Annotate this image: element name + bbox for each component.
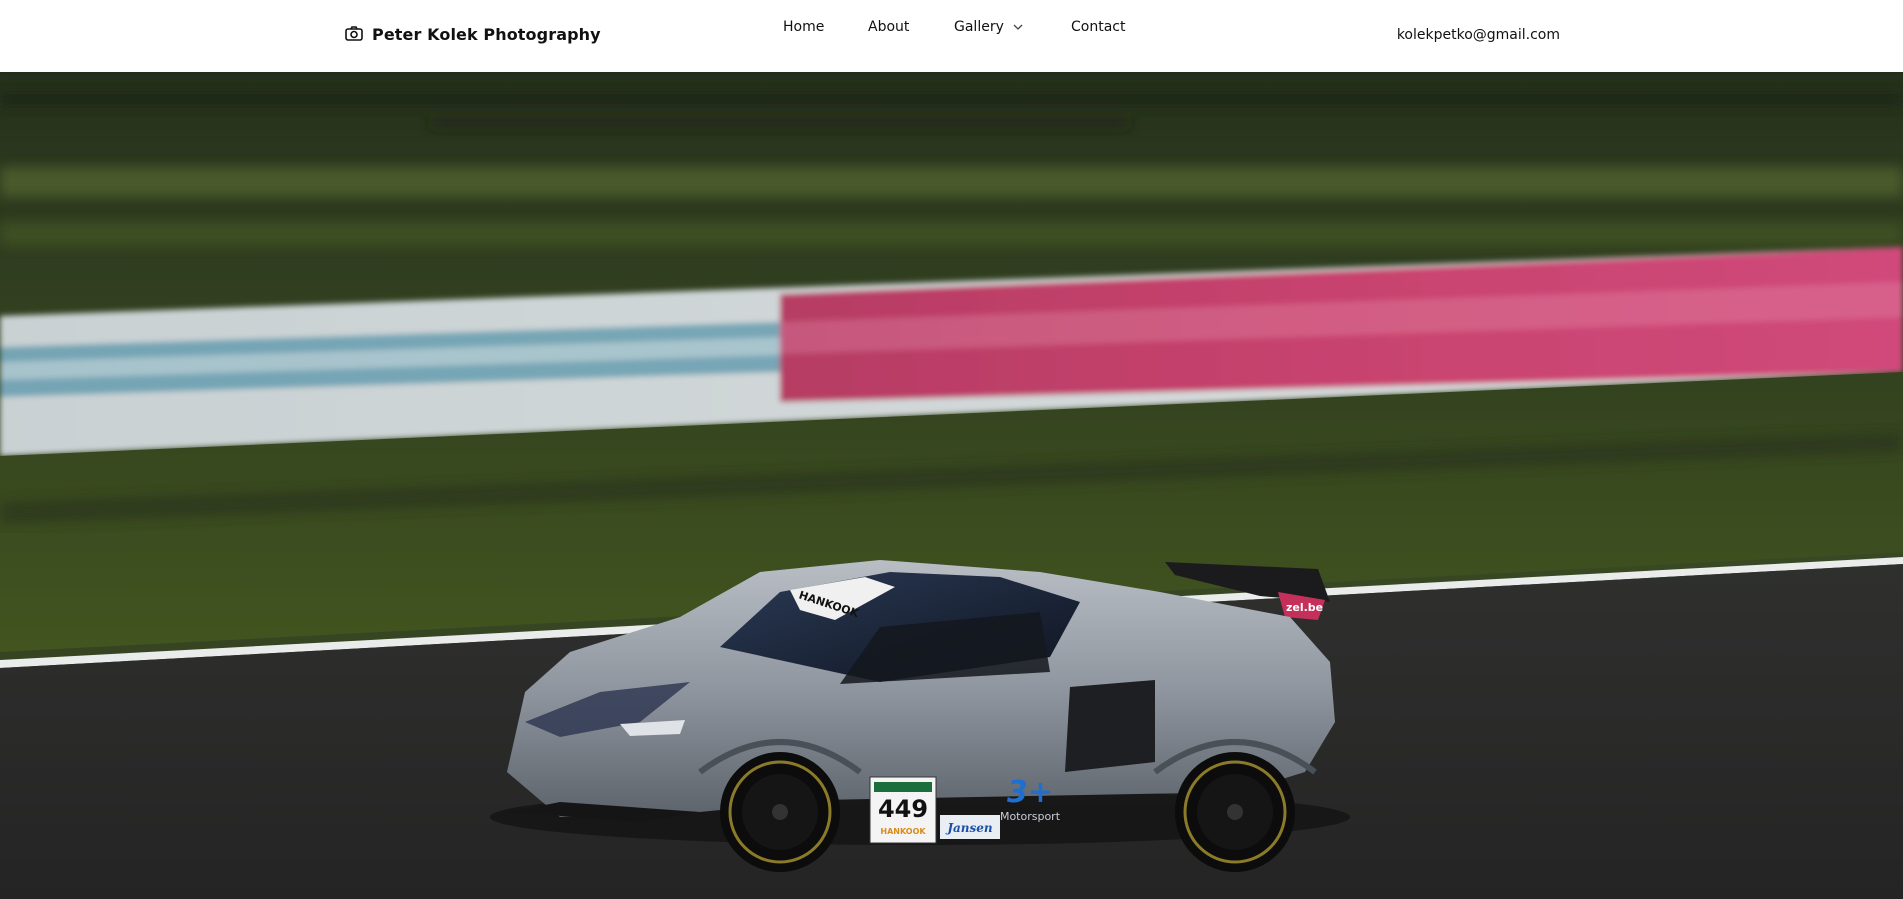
hero-image: zel.be HANKOOK 449 HANKOOK Jansen 3+ Mot… xyxy=(0,72,1903,899)
site-header: Peter Kolek Photography Home About Galle… xyxy=(0,0,1903,72)
email-link[interactable]: kolekpetko@gmail.com xyxy=(1397,27,1560,43)
wing-sponsor-text: zel.be xyxy=(1286,601,1323,614)
car-number: 449 xyxy=(878,795,928,823)
brand-link[interactable]: Peter Kolek Photography xyxy=(344,24,601,44)
motorsport-text: Motorsport xyxy=(1000,810,1061,823)
chevron-down-icon xyxy=(1012,21,1024,33)
nav-gallery-label: Gallery xyxy=(954,19,1004,35)
door-sponsor-text: Jansen xyxy=(945,821,992,835)
nav-home[interactable]: Home xyxy=(783,19,824,35)
brand-title: Peter Kolek Photography xyxy=(372,24,601,44)
nav-about[interactable]: About xyxy=(868,19,909,35)
number-panel-sponsor: HANKOOK xyxy=(880,827,926,836)
camera-icon xyxy=(344,24,364,44)
race-car-photo: zel.be HANKOOK 449 HANKOOK Jansen 3+ Mot… xyxy=(0,72,1903,899)
svg-text:3+: 3+ xyxy=(1007,775,1053,810)
nav-contact[interactable]: Contact xyxy=(1071,19,1125,35)
nav-gallery[interactable]: Gallery xyxy=(954,19,1024,35)
